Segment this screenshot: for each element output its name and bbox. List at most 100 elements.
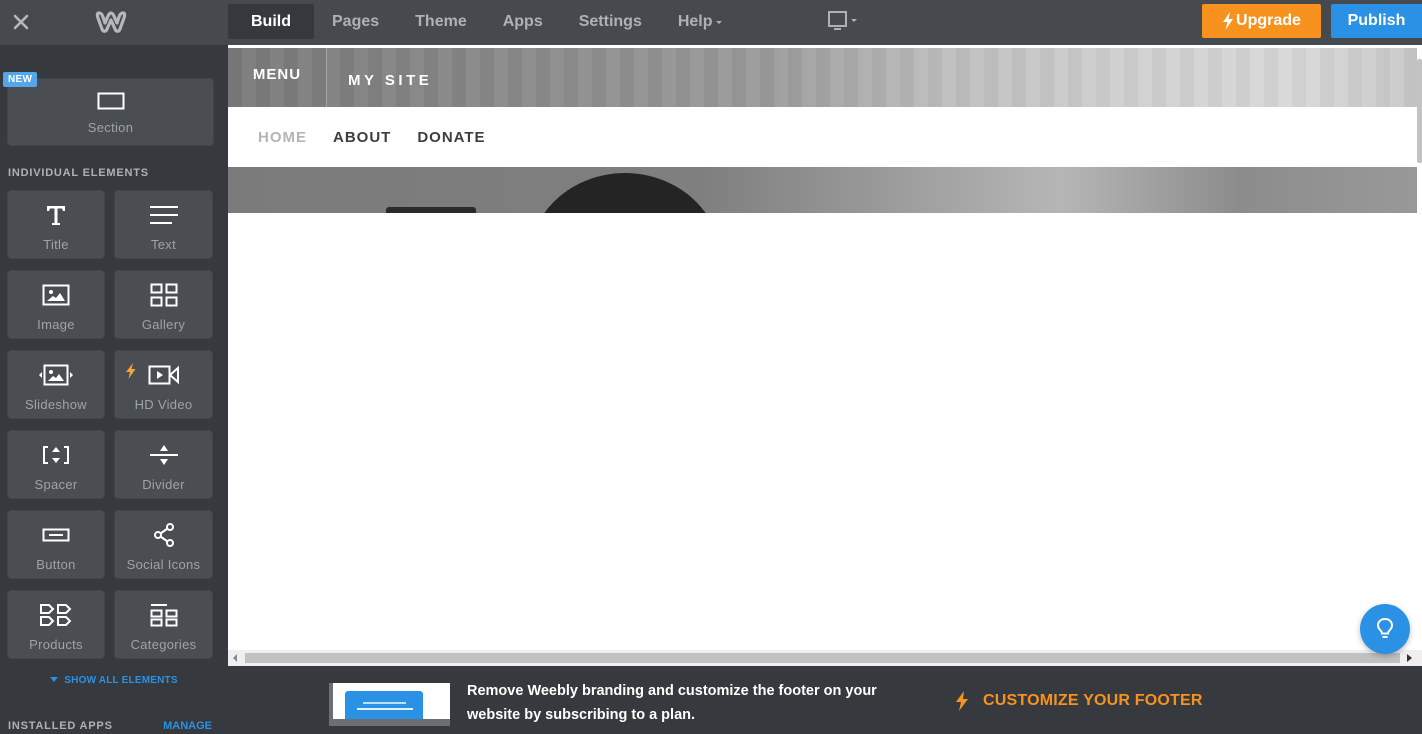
products-icon [39, 601, 73, 629]
desktop-monitor-icon [828, 11, 857, 30]
main-nav: Build Pages Theme Apps Settings Help [228, 4, 740, 39]
image-icon [42, 281, 70, 309]
divider-icon [149, 441, 178, 469]
element-label: HD Video [134, 397, 193, 412]
illustration-line [357, 708, 413, 710]
element-label: Categories [130, 637, 197, 652]
element-hd-video[interactable]: HD Video [114, 350, 213, 419]
elements-sidebar: NEW Section INDIVIDUAL ELEMENTS Title Te… [0, 45, 228, 734]
help-tips-button[interactable] [1360, 604, 1410, 654]
element-label: Divider [142, 477, 185, 492]
element-label: Title [43, 237, 69, 252]
caret-down-icon [50, 677, 59, 682]
button-icon [42, 521, 70, 549]
individual-elements-heading: INDIVIDUAL ELEMENTS [8, 167, 149, 179]
section-icon [97, 91, 125, 111]
close-editor-button[interactable] [10, 11, 32, 33]
site-title[interactable]: MY SITE [348, 72, 432, 89]
footer-preview-illustration [329, 683, 450, 726]
site-nav-home[interactable]: HOME [258, 129, 307, 146]
element-label: Button [36, 557, 76, 572]
publish-button[interactable]: Publish [1331, 4, 1422, 38]
hero-image[interactable] [228, 167, 1417, 213]
categories-icon [150, 601, 178, 629]
vertical-scrollbar[interactable] [1417, 59, 1422, 163]
element-products[interactable]: Products [7, 590, 105, 659]
nav-apps[interactable]: Apps [485, 4, 561, 39]
share-icon [153, 521, 175, 549]
element-label: Products [29, 637, 83, 652]
weebly-logo-icon [95, 11, 127, 33]
element-gallery[interactable]: Gallery [114, 270, 213, 339]
footer-upgrade-promo: Remove Weebly branding and customize the… [228, 666, 1422, 734]
nav-build-label: Build [251, 12, 291, 30]
nav-build[interactable]: Build [228, 4, 314, 39]
new-badge: NEW [3, 72, 38, 87]
nav-theme[interactable]: Theme [397, 4, 485, 39]
spacer-icon [42, 441, 70, 469]
title-icon [46, 201, 66, 229]
scroll-left-arrow-icon[interactable] [233, 654, 237, 662]
device-preview-dropdown[interactable] [827, 10, 861, 34]
premium-lightning-icon [126, 363, 136, 379]
hero-image-shape [528, 173, 722, 213]
element-categories[interactable]: Categories [114, 590, 213, 659]
close-icon [13, 14, 29, 30]
element-slideshow[interactable]: Slideshow [7, 350, 105, 419]
text-icon [149, 201, 178, 229]
nav-pages[interactable]: Pages [314, 4, 397, 39]
publish-label: Publish [1347, 12, 1406, 29]
site-navigation: HOME ABOUT DONATE [228, 107, 1417, 167]
element-title[interactable]: Title [7, 190, 105, 259]
element-label: Social Icons [126, 557, 201, 572]
nav-apps-label: Apps [502, 12, 543, 30]
manage-apps-link[interactable]: MANAGE [163, 720, 212, 732]
element-label: Text [150, 237, 177, 252]
element-label: Image [37, 317, 75, 332]
element-label: Spacer [34, 477, 78, 492]
site-nav-donate[interactable]: DONATE [417, 129, 485, 146]
scroll-right-arrow-icon[interactable] [1407, 654, 1412, 662]
illustration-page [333, 683, 450, 719]
site-header-banner: MENU MY SITE [228, 48, 1417, 107]
lightbulb-icon [1376, 617, 1394, 638]
element-section[interactable]: Section [7, 78, 214, 146]
weebly-logo[interactable] [95, 9, 127, 35]
show-all-elements-link[interactable]: SHOW ALL ELEMENTS [0, 675, 228, 686]
nav-pages-label: Pages [332, 12, 380, 30]
element-label: Gallery [141, 317, 186, 332]
hero-image-shape [386, 207, 476, 213]
horizontal-scrollbar[interactable] [228, 650, 1422, 666]
illustration-line [363, 702, 406, 704]
nav-settings[interactable]: Settings [561, 4, 660, 39]
element-button[interactable]: Button [7, 510, 105, 579]
gallery-icon [150, 281, 178, 309]
site-nav-about[interactable]: ABOUT [333, 129, 391, 146]
lightning-icon [956, 691, 968, 711]
nav-theme-label: Theme [415, 12, 467, 30]
slideshow-icon [35, 361, 77, 389]
lightning-icon [1223, 12, 1234, 30]
promo-message: Remove Weebly branding and customize the… [467, 683, 877, 723]
element-label: Slideshow [25, 397, 87, 412]
upgrade-button[interactable]: Upgrade [1202, 4, 1321, 38]
chevron-down-icon [715, 21, 722, 24]
scrollbar-thumb[interactable] [245, 653, 1400, 663]
site-canvas[interactable]: MENU MY SITE HOME ABOUT DONATE [228, 45, 1422, 653]
video-icon [148, 361, 180, 389]
installed-apps-heading: INSTALLED APPS [8, 720, 113, 732]
element-social-icons[interactable]: Social Icons [114, 510, 213, 579]
nav-help-label: Help [677, 12, 713, 30]
illustration-card [345, 691, 423, 719]
element-text[interactable]: Text [114, 190, 213, 259]
element-label: Section [87, 120, 134, 135]
customize-footer-link[interactable]: CUSTOMIZE YOUR FOOTER [955, 691, 1203, 711]
nav-settings-label: Settings [578, 12, 642, 30]
element-image[interactable]: Image [7, 270, 105, 339]
customize-footer-label: CUSTOMIZE YOUR FOOTER [983, 692, 1203, 709]
element-spacer[interactable]: Spacer [7, 430, 105, 499]
site-menu-button[interactable]: MENU [228, 48, 327, 107]
nav-help[interactable]: Help [660, 4, 740, 39]
element-divider[interactable]: Divider [114, 430, 213, 499]
show-all-label: SHOW ALL ELEMENTS [64, 675, 178, 686]
